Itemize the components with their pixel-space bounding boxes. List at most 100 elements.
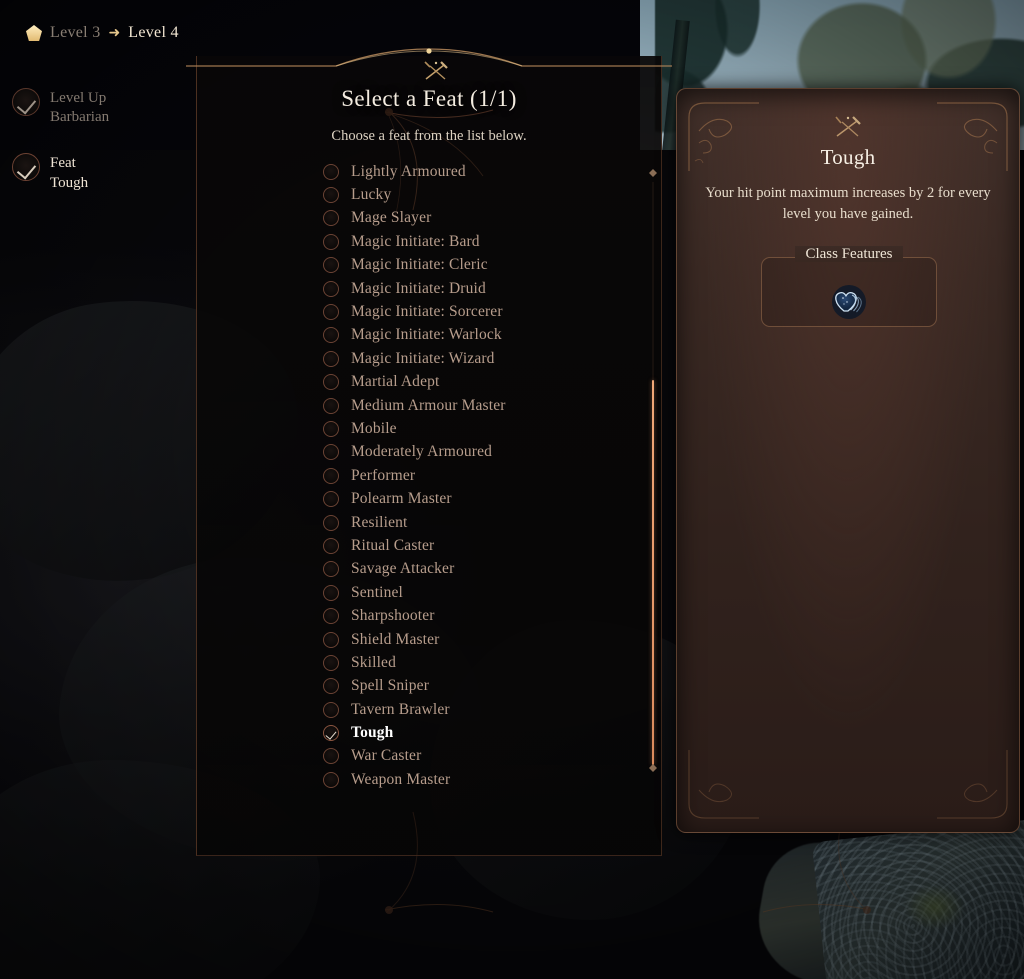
feat-option-label: Martial Adept xyxy=(351,373,440,391)
crossed-weapons-ornament-icon xyxy=(424,61,448,80)
radio-unchecked-icon[interactable] xyxy=(323,163,339,180)
radio-unchecked-icon[interactable] xyxy=(323,654,339,671)
scroll-down-diamond-icon[interactable] xyxy=(649,764,657,772)
feat-option[interactable]: Tavern Brawler xyxy=(323,698,623,721)
feat-option[interactable]: Medium Armour Master xyxy=(323,394,623,417)
radio-unchecked-icon[interactable] xyxy=(323,420,339,437)
radio-unchecked-icon[interactable] xyxy=(323,187,339,204)
feat-option[interactable]: War Caster xyxy=(323,745,623,768)
feat-option-label: Tavern Brawler xyxy=(351,700,450,718)
radio-unchecked-icon[interactable] xyxy=(323,444,339,461)
feat-option[interactable]: Weapon Master xyxy=(323,768,623,791)
feat-option[interactable]: Performer xyxy=(323,464,623,487)
radio-unchecked-icon[interactable] xyxy=(323,280,339,297)
feat-option-label: War Caster xyxy=(351,747,422,765)
feat-option[interactable]: Magic Initiate: Cleric xyxy=(323,254,623,277)
step-text: Level Up Barbarian xyxy=(50,88,109,127)
feat-option-label: Mobile xyxy=(351,419,397,437)
radio-checked-icon[interactable] xyxy=(323,725,339,742)
step-subtitle: Tough xyxy=(50,174,89,191)
radio-unchecked-icon[interactable] xyxy=(323,327,339,344)
feat-option[interactable]: Tough xyxy=(323,721,623,744)
crossed-weapons-ornament-icon xyxy=(835,116,861,137)
feat-option[interactable]: Spell Sniper xyxy=(323,675,623,698)
radio-unchecked-icon[interactable] xyxy=(323,257,339,274)
breadcrumb-level-from: Level 3 xyxy=(50,24,101,41)
radio-unchecked-icon[interactable] xyxy=(323,350,339,367)
radio-unchecked-icon[interactable] xyxy=(323,608,339,625)
feat-option[interactable]: Sharpshooter xyxy=(323,604,623,627)
radio-unchecked-icon[interactable] xyxy=(323,304,339,321)
feat-option-label: Mage Slayer xyxy=(351,209,432,227)
feat-option[interactable]: Moderately Armoured xyxy=(323,441,623,464)
feat-selection-panel: Select a Feat (1/1) Choose a feat from t… xyxy=(196,56,872,914)
detail-description: Your hit point maximum increases by 2 fo… xyxy=(705,185,991,222)
scrollbar-thumb[interactable] xyxy=(652,380,655,765)
feat-option[interactable]: Lightly Armoured xyxy=(323,160,623,183)
radio-unchecked-icon[interactable] xyxy=(323,491,339,508)
levelup-step-list: Level Up Barbarian Feat Tough xyxy=(12,88,177,219)
feat-option-label: Skilled xyxy=(351,653,396,671)
corner-scroll-filigree-icon xyxy=(931,744,1017,830)
feat-option[interactable]: Magic Initiate: Bard xyxy=(323,230,623,253)
sidebar-item-level-up[interactable]: Level Up Barbarian xyxy=(12,88,177,127)
radio-unchecked-icon[interactable] xyxy=(323,771,339,788)
radio-unchecked-icon[interactable] xyxy=(323,233,339,250)
feat-option-label: Magic Initiate: Wizard xyxy=(351,349,495,367)
feat-option[interactable]: Resilient xyxy=(323,511,623,534)
radio-unchecked-icon[interactable] xyxy=(323,561,339,578)
check-circle-icon xyxy=(12,153,40,182)
feat-option-label: Medium Armour Master xyxy=(351,396,506,414)
radio-unchecked-icon[interactable] xyxy=(323,631,339,648)
radio-unchecked-icon[interactable] xyxy=(323,467,339,484)
feat-option[interactable]: Magic Initiate: Sorcerer xyxy=(323,300,623,323)
breadcrumb-level-to: Level 4 xyxy=(128,24,179,41)
feat-option-label: Resilient xyxy=(351,513,408,531)
feat-option-label: Weapon Master xyxy=(351,770,451,788)
feat-list[interactable]: Lightly Armoured Lucky Mage Slayer Magic In… xyxy=(323,160,623,820)
feat-option-label: Polearm Master xyxy=(351,490,452,508)
feat-detail-panel: Tough Your hit point maximum increases b… xyxy=(676,88,1020,833)
heart-vitality-icon[interactable] xyxy=(829,284,869,320)
radio-unchecked-icon[interactable] xyxy=(323,748,339,765)
feat-option[interactable]: Magic Initiate: Warlock xyxy=(323,324,623,347)
radio-unchecked-icon[interactable] xyxy=(323,584,339,601)
feat-option[interactable]: Ritual Caster xyxy=(323,534,623,557)
radio-unchecked-icon[interactable] xyxy=(323,210,339,227)
sidebar-item-feat[interactable]: Feat Tough xyxy=(12,153,177,192)
radio-unchecked-icon[interactable] xyxy=(323,678,339,695)
feat-option-label: Performer xyxy=(351,466,416,484)
class-features-box: Class Features xyxy=(761,246,937,327)
feat-option[interactable]: Polearm Master xyxy=(323,487,623,510)
step-title: Feat xyxy=(50,155,76,172)
radio-unchecked-icon[interactable] xyxy=(323,537,339,554)
feat-option-label: Moderately Armoured xyxy=(351,443,493,461)
feat-option-label: Magic Initiate: Warlock xyxy=(351,326,502,344)
radio-unchecked-icon[interactable] xyxy=(323,397,339,414)
scroll-up-diamond-icon[interactable] xyxy=(649,169,657,177)
feat-option-label: Ritual Caster xyxy=(351,536,435,554)
feat-option-label: Savage Attacker xyxy=(351,560,455,578)
feat-option[interactable]: Savage Attacker xyxy=(323,558,623,581)
feat-option[interactable]: Sentinel xyxy=(323,581,623,604)
feat-option[interactable]: Magic Initiate: Wizard xyxy=(323,347,623,370)
feat-option-label: Magic Initiate: Cleric xyxy=(351,256,488,274)
feat-option-label: Shield Master xyxy=(351,630,440,648)
radio-unchecked-icon[interactable] xyxy=(323,374,339,391)
feat-option-label: Lucky xyxy=(351,186,392,204)
feat-option[interactable]: Mage Slayer xyxy=(323,207,623,230)
feat-option-label: Magic Initiate: Sorcerer xyxy=(351,303,503,321)
feat-option[interactable]: Skilled xyxy=(323,651,623,674)
feat-option[interactable]: Lucky xyxy=(323,183,623,206)
step-text: Feat Tough xyxy=(50,153,88,192)
feat-option[interactable]: Shield Master xyxy=(323,628,623,651)
radio-unchecked-icon[interactable] xyxy=(323,514,339,531)
feat-option[interactable]: Magic Initiate: Druid xyxy=(323,277,623,300)
feat-option[interactable]: Mobile xyxy=(323,417,623,440)
feat-list-scrollbar[interactable] xyxy=(648,160,658,780)
check-circle-icon xyxy=(12,88,40,116)
feat-option-label: Sentinel xyxy=(351,583,403,601)
arrow-right-icon: ➜ xyxy=(108,25,121,41)
feat-option[interactable]: Martial Adept xyxy=(323,371,623,394)
radio-unchecked-icon[interactable] xyxy=(323,701,339,718)
